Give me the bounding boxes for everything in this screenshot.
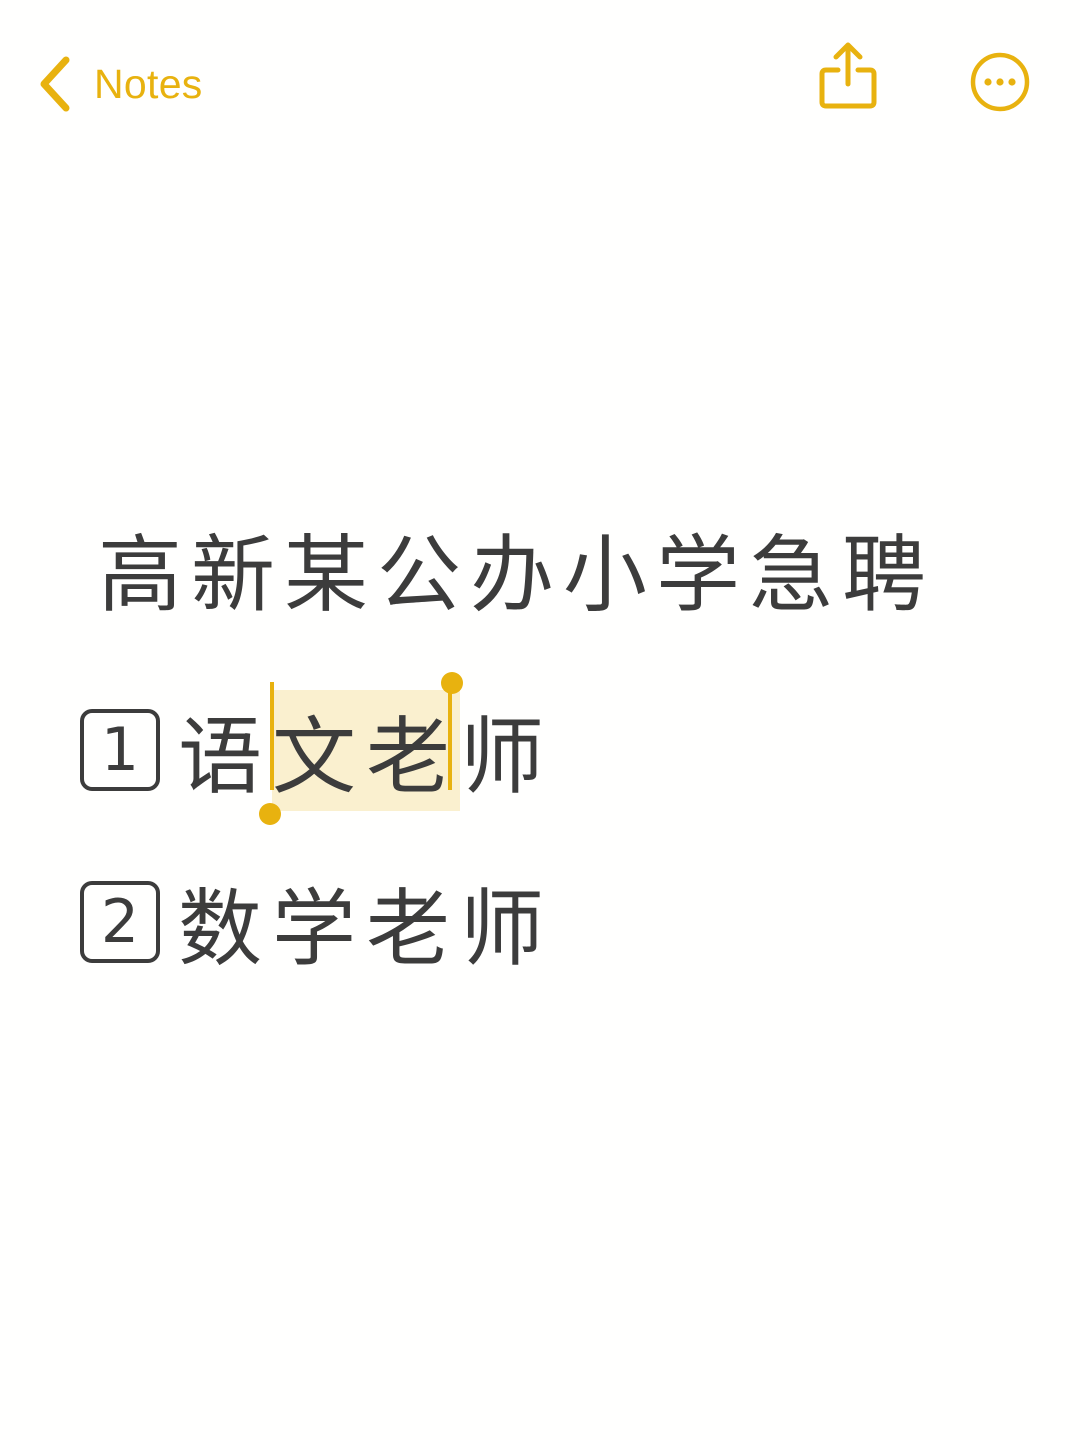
item-number-badge: 1	[80, 709, 160, 791]
item-text-after: 师	[460, 707, 555, 806]
selection-end-knob[interactable]	[441, 671, 464, 694]
item-number-badge: 2	[80, 881, 160, 963]
share-icon	[819, 42, 877, 109]
selection-end-handle[interactable]	[448, 681, 453, 790]
list-item[interactable]: 2 数学老师	[80, 872, 554, 978]
back-label: Notes	[94, 60, 203, 107]
more-button[interactable]	[969, 51, 1031, 113]
selected-text: 文老	[272, 707, 461, 806]
list-item[interactable]: 1 语文老师	[80, 671, 554, 825]
item-text-before: 数学老师	[178, 879, 555, 978]
share-button[interactable]	[816, 40, 880, 112]
item-text-before: 语	[178, 707, 273, 806]
item-text[interactable]: 语文老师	[178, 671, 555, 825]
item-text[interactable]: 数学老师	[178, 862, 554, 983]
selection-start-knob[interactable]	[259, 802, 282, 825]
text-selection[interactable]: 文老	[259, 671, 464, 825]
note-title[interactable]: 高新某公办小学急聘	[98, 520, 998, 630]
selection-start-handle[interactable]	[270, 681, 275, 790]
chevron-left-icon	[40, 56, 70, 112]
more-icon	[970, 52, 1030, 112]
back-button[interactable]: Notes	[38, 52, 203, 116]
navigation-bar: Notes	[0, 0, 1080, 170]
